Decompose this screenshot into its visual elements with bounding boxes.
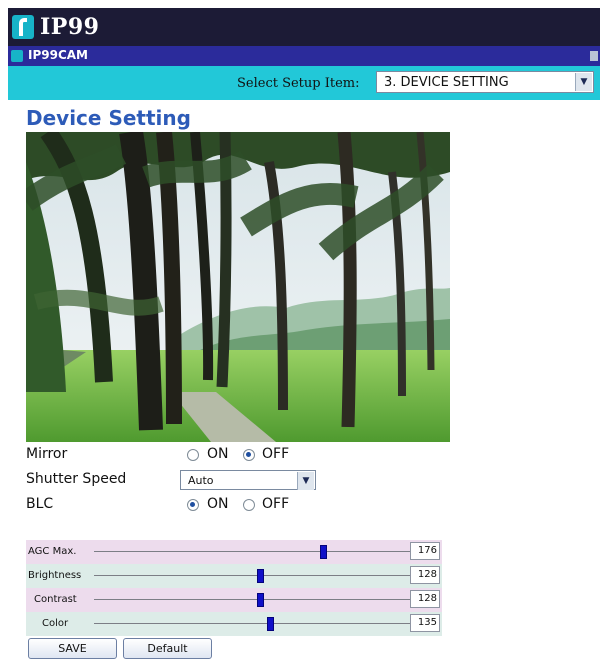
- default-button[interactable]: Default: [123, 638, 212, 659]
- blc-on-radio[interactable]: [187, 499, 199, 511]
- color-value[interactable]: 135: [410, 614, 440, 632]
- mirror-off-label: OFF: [262, 446, 290, 462]
- chevron-down-icon[interactable]: ▼: [297, 472, 314, 490]
- brightness-value[interactable]: 128: [410, 566, 440, 584]
- agc-max-value[interactable]: 176: [410, 542, 440, 560]
- contrast-thumb[interactable]: [257, 593, 264, 607]
- setup-item-select[interactable]: 3. DEVICE SETTING ▼: [376, 71, 594, 93]
- camera-feed-image: [26, 132, 450, 442]
- top-bar: IP99: [8, 8, 600, 46]
- shutter-speed-select[interactable]: Auto ▼: [180, 470, 316, 490]
- chevron-down-icon[interactable]: ▼: [575, 73, 592, 91]
- device-title-bar: IP99CAM: [8, 46, 600, 66]
- mirror-on-label: ON: [207, 446, 229, 462]
- agc-max-thumb[interactable]: [320, 545, 328, 559]
- shutter-speed-value: Auto: [188, 474, 214, 487]
- color-label: Color: [42, 618, 69, 629]
- logo-text: IP99: [40, 14, 100, 40]
- brightness-slider-row: Brightness 128: [26, 564, 442, 588]
- agc-max-slider-row: AGC Max. 176: [26, 540, 442, 564]
- mirror-off-radio[interactable]: [243, 449, 255, 461]
- page-title: Device Setting: [26, 106, 191, 130]
- setup-item-label: Select Setup Item:: [237, 76, 360, 91]
- setup-toolbar: Select Setup Item: 3. DEVICE SETTING ▼: [8, 66, 600, 100]
- color-slider-row: Color 135: [26, 612, 442, 636]
- camera-scene: [26, 132, 450, 442]
- logo: IP99: [12, 13, 99, 41]
- contrast-value[interactable]: 128: [410, 590, 440, 608]
- blc-on-label: ON: [207, 496, 229, 512]
- blc-off-radio[interactable]: [243, 499, 255, 511]
- color-thumb[interactable]: [266, 617, 274, 631]
- image-adjustment-panel: AGC Max. 176 Brightness 128 Contrast 128…: [26, 540, 442, 636]
- contrast-label: Contrast: [34, 594, 77, 605]
- brightness-label: Brightness: [28, 570, 82, 581]
- agc-max-track[interactable]: [94, 551, 426, 552]
- ip99-logo-icon: [12, 15, 34, 39]
- brightness-thumb[interactable]: [257, 569, 264, 583]
- shutter-speed-label: Shutter Speed: [26, 471, 127, 487]
- blc-label: BLC: [26, 496, 54, 512]
- save-button[interactable]: SAVE: [28, 638, 117, 659]
- window-edge-icon: [590, 51, 598, 61]
- device-logo-icon: [11, 50, 23, 62]
- agc-max-label: AGC Max.: [28, 546, 77, 557]
- setup-item-value: 3. DEVICE SETTING: [384, 75, 509, 90]
- mirror-on-radio[interactable]: [187, 449, 199, 461]
- contrast-slider-row: Contrast 128: [26, 588, 442, 612]
- color-track[interactable]: [94, 623, 426, 624]
- blc-off-label: OFF: [262, 496, 290, 512]
- device-name: IP99CAM: [28, 48, 88, 62]
- mirror-label: Mirror: [26, 446, 68, 462]
